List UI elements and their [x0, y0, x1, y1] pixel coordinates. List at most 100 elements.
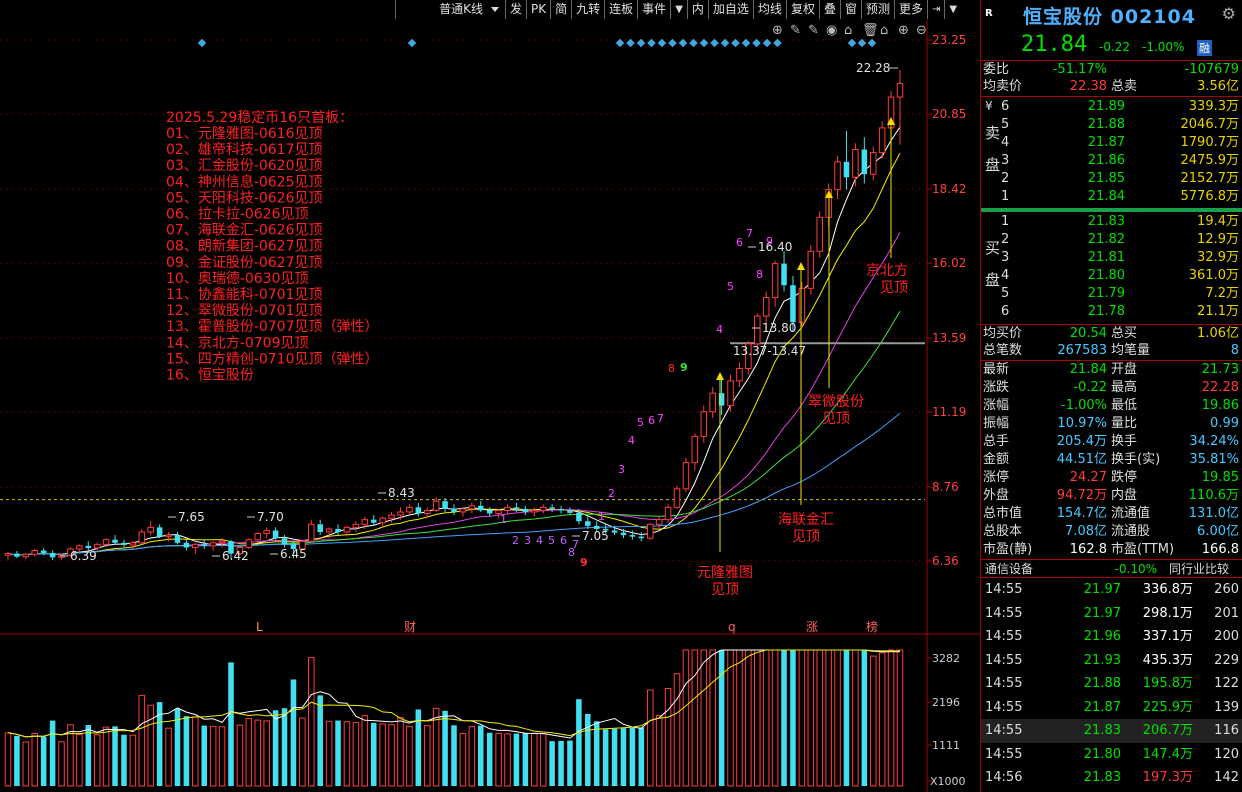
- sell-level-row[interactable]: 1 21.84 5776.8万: [981, 188, 1242, 206]
- toolbar-item[interactable]: 发: [505, 0, 526, 19]
- stat-value: 21.84: [1069, 362, 1107, 377]
- pen-icon[interactable]: ✎: [808, 23, 819, 38]
- volume-bar: [201, 725, 208, 786]
- level-price: 21.88: [1087, 117, 1125, 132]
- signal-diamond: [657, 38, 667, 48]
- toolbar-item[interactable]: 复权: [785, 0, 819, 19]
- tick-price: 21.83: [1083, 770, 1121, 785]
- toolbar-item[interactable]: 九转: [571, 0, 604, 19]
- sell-level-row[interactable]: 3 21.86 2475.9万: [981, 152, 1242, 170]
- toolbar-item[interactable]: 更多: [894, 0, 927, 19]
- stat-value: -0.22: [1073, 380, 1107, 395]
- sell-level-row[interactable]: 4 21.87 1790.7万: [981, 134, 1242, 152]
- stat-label: 金额: [983, 452, 1010, 467]
- volume-bar: [843, 650, 850, 786]
- volume-bar: [673, 673, 681, 787]
- buy-level-row[interactable]: 3 21.81 32.9万: [981, 249, 1242, 267]
- sector-name[interactable]: 通信设备: [985, 560, 1033, 579]
- avg-buy-value: 20.54: [1069, 326, 1107, 341]
- tick-list[interactable]: 14:55 21.97 336.8万 260 14:55 21.97 298.1万 201 14…: [981, 578, 1242, 790]
- toolbar-item[interactable]: 预测: [860, 0, 894, 19]
- tick-row[interactable]: 14:55 21.96 337.1万 200: [981, 625, 1242, 649]
- volume-bar: [869, 655, 877, 787]
- tick-row[interactable]: 14:55 21.97 298.1万 201: [981, 602, 1242, 626]
- buy-level-row[interactable]: 2 21.82 12.9万: [981, 231, 1242, 249]
- price-range-label: 13.37-13.47: [733, 344, 806, 358]
- total-sell-label: 总卖: [1111, 79, 1138, 94]
- tick-row[interactable]: 14:56 21.83 197.3万 142: [981, 766, 1242, 790]
- sector-row[interactable]: 通信设备 -0.10% 同行业比较: [981, 559, 1242, 578]
- buy-level-row[interactable]: 4 21.80 361.0万: [981, 267, 1242, 285]
- tick-count: 142: [1214, 770, 1239, 785]
- sell-level-row[interactable]: 2 21.85 2152.7万: [981, 170, 1242, 188]
- volume-tick-label: 2196: [932, 696, 960, 709]
- toolbar-item[interactable]: 加自选: [707, 0, 753, 19]
- zoom-out-icon[interactable]: ⊖: [916, 23, 927, 38]
- buy-level-row[interactable]: 1 21.83 19.4万: [981, 213, 1242, 231]
- target-icon[interactable]: ⊕: [772, 23, 783, 38]
- pen-icon[interactable]: ✎: [790, 23, 801, 38]
- volume-bar: [576, 699, 582, 786]
- stat-label: 流通股: [1111, 524, 1151, 539]
- level-qty: 2152.7万: [1180, 171, 1240, 186]
- stat-row: 涨停 24.27 跌停 19.85: [981, 469, 1242, 487]
- toolbar-item[interactable]: 连板: [604, 0, 637, 19]
- candle-body: [771, 263, 779, 299]
- lock-icon[interactable]: ⌂: [880, 23, 888, 38]
- gear-icon[interactable]: ⚙: [1222, 4, 1236, 23]
- candle-body: [673, 488, 681, 508]
- price-label: 6.45: [280, 547, 307, 561]
- signal-diamond: [867, 38, 877, 48]
- weibi-row: 委比 -51.17% -107679: [981, 60, 1242, 78]
- volume-tick-label: 1111: [932, 739, 960, 752]
- exit-icon[interactable]: ⇥: [927, 0, 944, 19]
- volume-bar: [406, 725, 413, 787]
- lock-icon[interactable]: ⌂: [844, 23, 852, 38]
- trash-icon[interactable]: 🗑: [862, 22, 879, 38]
- toolbar-item[interactable]: 内: [686, 0, 708, 19]
- toolbar-item[interactable]: PK: [526, 0, 550, 19]
- toolbar-item[interactable]: 叠: [818, 0, 840, 19]
- level-price: 21.83: [1087, 214, 1125, 229]
- tick-row[interactable]: 14:55 21.83 206.7万 116: [981, 719, 1242, 743]
- eye-icon[interactable]: ◉: [826, 23, 837, 38]
- level-number: 1: [1001, 189, 1010, 204]
- volume-bar: [352, 721, 360, 787]
- sell-level-row[interactable]: 5 21.88 2046.7万: [981, 116, 1242, 134]
- tick-row[interactable]: 14:55 21.88 195.8万 122: [981, 672, 1242, 696]
- buy-level-row[interactable]: 5 21.79 7.2万: [981, 285, 1242, 303]
- stat-row: 总手 205.4万 换手 34.24%: [981, 433, 1242, 451]
- y-tick-label: 8.76: [932, 480, 959, 494]
- sector-compare-link[interactable]: 同行业比较: [1169, 560, 1229, 579]
- more-dropdown-icon[interactable]: ▼: [944, 0, 961, 19]
- kline-chart-area[interactable]: 23.25 20.85 18.42 16.02 13.59 11.19 8.76 6.36 32…: [0, 0, 980, 792]
- toolbar-item[interactable]: 均线: [752, 0, 786, 19]
- volume-bar: [585, 713, 591, 786]
- stat-label: 涨幅: [983, 398, 1010, 413]
- td-count-label: 3: [524, 534, 531, 547]
- weibi-diff: -107679: [1184, 62, 1239, 77]
- stat-value: 0.99: [1210, 416, 1239, 431]
- buy-level-row[interactable]: 6 21.78 21.1万: [981, 303, 1242, 321]
- annotation-line: 08、朗新集团-0627见顶: [166, 238, 323, 255]
- event-marker: q: [728, 620, 736, 634]
- stock-title[interactable]: 恒宝股份 002104: [1023, 2, 1196, 29]
- candle-body: [397, 511, 404, 516]
- tick-row[interactable]: 14:55 21.87 225.9万 139: [981, 696, 1242, 720]
- signal-diamond: [699, 38, 709, 48]
- tick-row[interactable]: 14:55 21.97 336.8万 260: [981, 578, 1242, 602]
- kline-chart[interactable]: 23.2520.8518.4216.0213.5911.198.766.3632…: [0, 0, 980, 792]
- zoom-in-icon[interactable]: ⊕: [898, 23, 909, 38]
- tick-row[interactable]: 14:55 21.80 147.4万 120: [981, 743, 1242, 767]
- tick-volume: 225.9万: [1142, 699, 1193, 715]
- volume-bar: [245, 717, 253, 787]
- sell-level-row[interactable]: 6 21.89 339.3万: [981, 98, 1242, 116]
- level-qty: 5776.8万: [1180, 189, 1240, 204]
- toolbar-item[interactable]: 事件: [637, 0, 670, 19]
- volume-bar: [343, 721, 351, 787]
- toolbar-item[interactable]: 普通K线: [395, 0, 505, 19]
- toolbar-item[interactable]: 简: [550, 0, 571, 19]
- event-dropdown-icon[interactable]: ▼: [670, 0, 687, 19]
- toolbar-item[interactable]: 窗: [839, 0, 861, 19]
- tick-row[interactable]: 14:55 21.93 435.3万 229: [981, 649, 1242, 673]
